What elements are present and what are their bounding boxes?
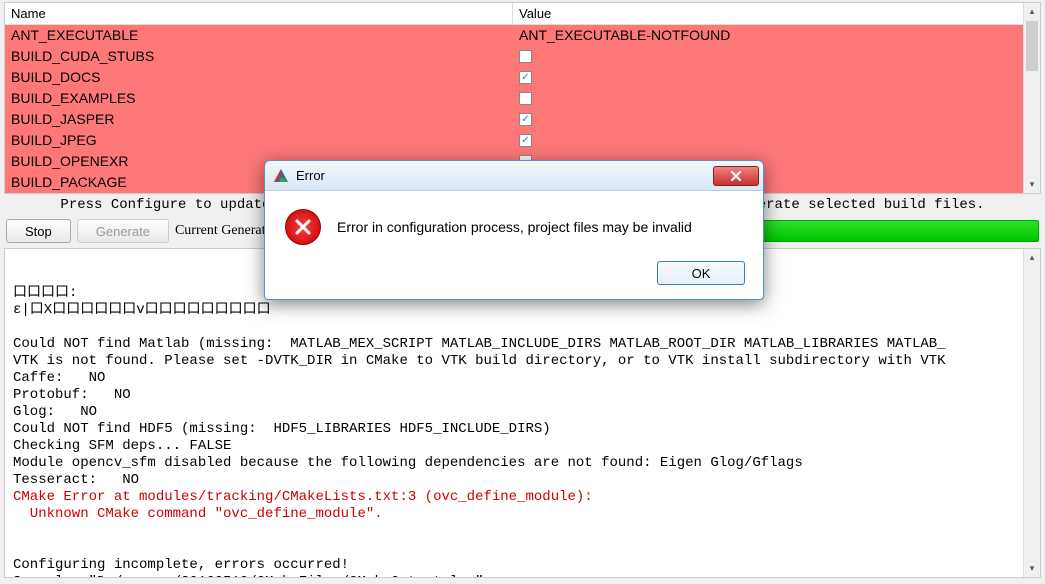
log-line: CMake Error at modules/tracking/CMakeLis…	[13, 489, 1032, 506]
dialog-title: Error	[296, 168, 706, 183]
log-line: Caffe: NO	[13, 370, 1032, 387]
cell-value[interactable]: ✓	[513, 67, 1040, 88]
cell-value[interactable]	[513, 46, 1040, 67]
log-line: Glog: NO	[13, 404, 1032, 421]
checkbox[interactable]: ✓	[519, 134, 532, 147]
log-line: Tesseract: NO	[13, 472, 1032, 489]
log-line	[13, 319, 1032, 336]
header-value[interactable]: Value	[513, 3, 1040, 24]
log-line: Checking SFM deps... FALSE	[13, 438, 1032, 455]
table-row[interactable]: BUILD_CUDA_STUBS	[5, 46, 1040, 67]
close-button[interactable]	[713, 166, 759, 186]
log-line	[13, 523, 1032, 540]
log-line: Unknown CMake command "ovc_define_module…	[13, 506, 1032, 523]
cell-name: ANT_EXECUTABLE	[5, 25, 513, 46]
table-scrollbar[interactable]: ▴ ▾	[1023, 3, 1040, 193]
table-row[interactable]: BUILD_DOCS ✓	[5, 67, 1040, 88]
error-dialog: Error Error in configuration process, pr…	[264, 160, 764, 300]
log-line: VTK is not found. Please set -DVTK_DIR i…	[13, 353, 1032, 370]
cell-name: BUILD_JASPER	[5, 109, 513, 130]
dialog-body: Error in configuration process, project …	[265, 191, 763, 251]
checkbox[interactable]: ✓	[519, 71, 532, 84]
header-name[interactable]: Name	[5, 3, 513, 24]
cell-name: BUILD_JPEG	[5, 130, 513, 151]
scroll-down-icon[interactable]: ▾	[1024, 560, 1040, 577]
log-scrollbar[interactable]: ▴ ▾	[1023, 249, 1040, 577]
ok-button[interactable]: OK	[657, 261, 745, 285]
checkbox[interactable]	[519, 50, 532, 63]
table-header: Name Value	[5, 3, 1040, 25]
error-icon	[285, 209, 321, 245]
cmake-icon	[273, 168, 289, 184]
cell-name: BUILD_EXAMPLES	[5, 88, 513, 109]
checkbox[interactable]	[519, 92, 532, 105]
log-line	[13, 540, 1032, 557]
scroll-down-icon[interactable]: ▾	[1024, 176, 1040, 193]
log-line: Protobuf: NO	[13, 387, 1032, 404]
close-icon	[729, 170, 743, 182]
cell-value[interactable]: ANT_EXECUTABLE-NOTFOUND	[513, 25, 1040, 46]
cell-value[interactable]	[513, 88, 1040, 109]
cell-value[interactable]: ✓	[513, 109, 1040, 130]
log-line: Could NOT find Matlab (missing: MATLAB_M…	[13, 336, 1032, 353]
cell-name: BUILD_CUDA_STUBS	[5, 46, 513, 67]
cell-name: BUILD_DOCS	[5, 67, 513, 88]
scroll-up-icon[interactable]: ▴	[1024, 3, 1040, 20]
table-row[interactable]: BUILD_JPEG ✓	[5, 130, 1040, 151]
log-line: Could NOT find HDF5 (missing: HDF5_LIBRA…	[13, 421, 1032, 438]
checkbox[interactable]: ✓	[519, 113, 532, 126]
table-row[interactable]: BUILD_EXAMPLES	[5, 88, 1040, 109]
scroll-up-icon[interactable]: ▴	[1024, 249, 1040, 266]
stop-button[interactable]: Stop	[6, 219, 71, 243]
log-line: ε|口X口口口口口口v口口口口口口口口口	[13, 302, 1032, 319]
generate-button: Generate	[77, 219, 169, 243]
scroll-thumb[interactable]	[1026, 21, 1038, 71]
table-row[interactable]: BUILD_JASPER ✓	[5, 109, 1040, 130]
dialog-footer: OK	[265, 251, 763, 299]
dialog-message: Error in configuration process, project …	[337, 219, 692, 235]
log-line: Module opencv_sfm disabled because the f…	[13, 455, 1032, 472]
log-line: Configuring incomplete, errors occurred!	[13, 557, 1032, 574]
dialog-titlebar[interactable]: Error	[265, 161, 763, 191]
table-row[interactable]: ANT_EXECUTABLEANT_EXECUTABLE-NOTFOUND	[5, 25, 1040, 46]
cell-value[interactable]: ✓	[513, 130, 1040, 151]
log-line: See also "D:/opencv/20160510/CMakeFiles/…	[13, 574, 1032, 578]
